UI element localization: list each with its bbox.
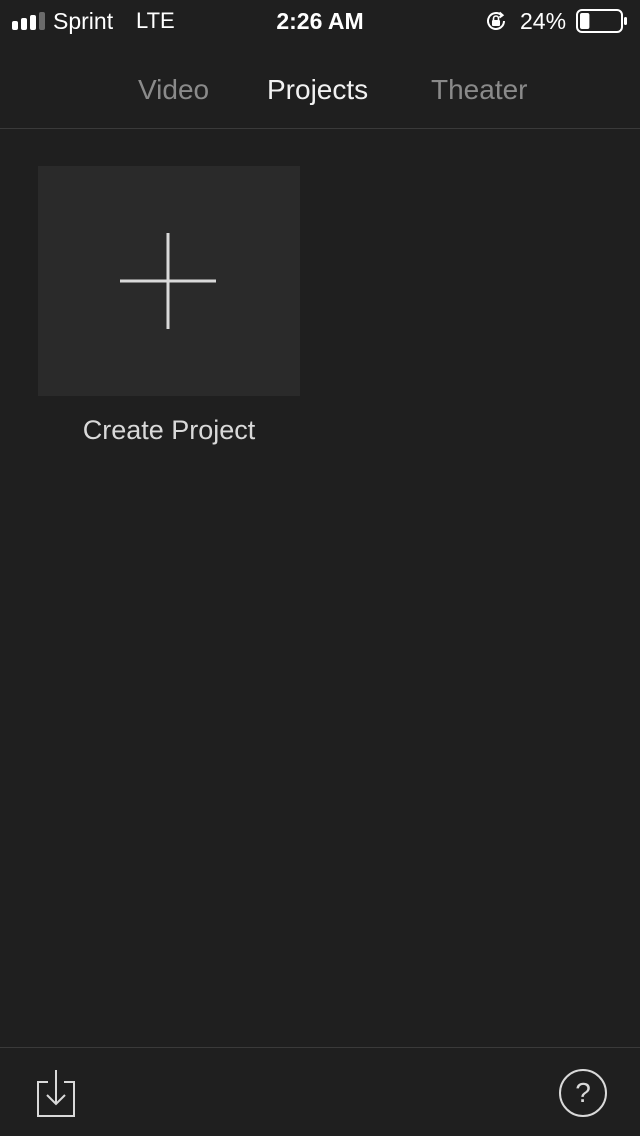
imovie-projects-screen: Sprint LTE 2:26 AM 24% Video Projects Th… bbox=[0, 0, 640, 1136]
help-button[interactable]: ? bbox=[558, 1068, 608, 1118]
tab-theater[interactable]: Theater bbox=[431, 72, 528, 108]
battery-percentage: 24% bbox=[520, 8, 567, 34]
orientation-lock-icon bbox=[487, 11, 505, 30]
plus-icon bbox=[120, 233, 216, 329]
help-question-mark: ? bbox=[575, 1077, 591, 1108]
create-project-label[interactable]: Create Project bbox=[38, 410, 300, 450]
status-bar: Sprint LTE 2:26 AM 24% bbox=[0, 0, 640, 42]
tab-video[interactable]: Video bbox=[138, 72, 209, 108]
create-project-tile[interactable] bbox=[38, 166, 300, 396]
header-divider bbox=[0, 128, 640, 129]
view-tabs: Video Projects Theater bbox=[0, 64, 640, 116]
tab-projects[interactable]: Projects bbox=[267, 72, 368, 108]
import-icon[interactable] bbox=[34, 1068, 78, 1118]
battery-icon bbox=[576, 9, 627, 33]
toolbar-divider bbox=[0, 1047, 640, 1048]
